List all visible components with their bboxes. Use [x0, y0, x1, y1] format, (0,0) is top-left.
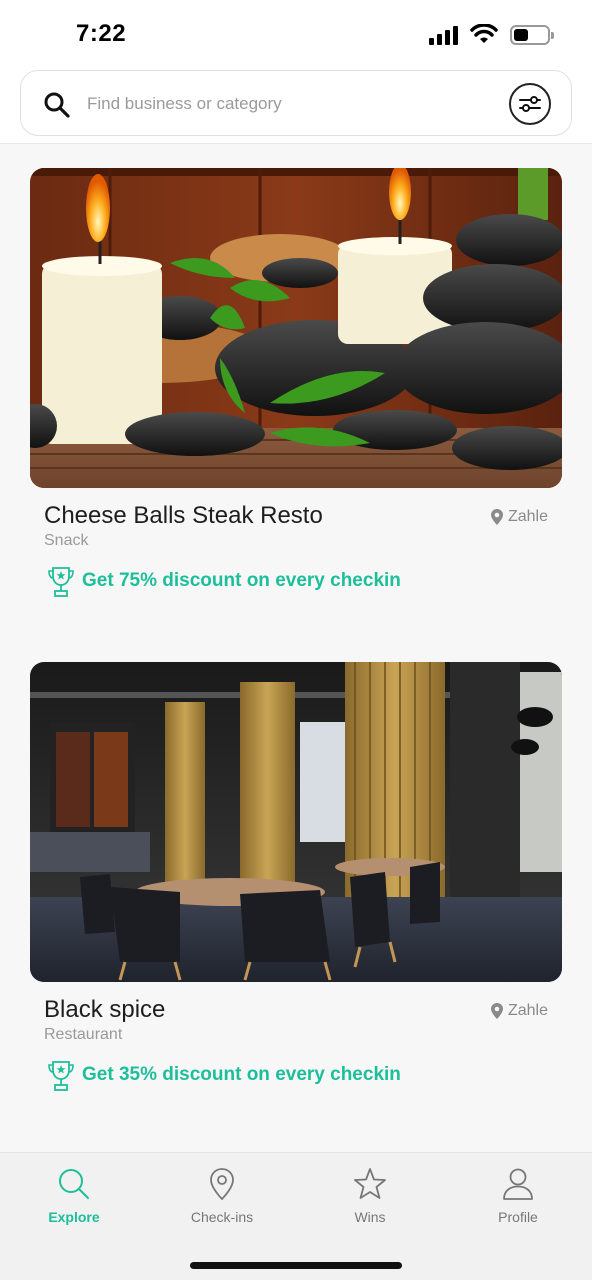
- nav-explore[interactable]: Explore: [19, 1167, 129, 1225]
- nav-wins[interactable]: Wins: [315, 1167, 425, 1225]
- nav-check-ins[interactable]: Check-ins: [167, 1167, 277, 1225]
- status-time: 7:22: [76, 20, 127, 47]
- location-pin-icon: [490, 1003, 503, 1019]
- search-icon: [44, 92, 70, 118]
- trophy-icon: [48, 1061, 74, 1091]
- search-icon: [59, 1169, 89, 1199]
- business-title[interactable]: Cheese Balls Steak Resto: [44, 502, 323, 530]
- offer-row: Get 35% discount on every checkin: [48, 1058, 401, 1092]
- nav-label: Profile: [498, 1209, 538, 1225]
- bottom-nav: Explore Check-ins Wins Profile: [0, 1152, 592, 1280]
- location-pin-icon: [210, 1168, 234, 1201]
- battery-level: [514, 29, 528, 41]
- nav-label: Wins: [354, 1209, 386, 1225]
- cellular-signal-icon: [429, 25, 458, 45]
- location-label: Zahle: [507, 1002, 548, 1019]
- offer-row: Get 75% discount on every checkin: [48, 564, 401, 598]
- business-location: Zahle: [490, 1002, 548, 1020]
- search-bar[interactable]: [20, 70, 572, 136]
- sliders-icon: [519, 96, 541, 112]
- restaurant-interior-image[interactable]: [30, 662, 562, 982]
- wifi-icon: [470, 24, 498, 43]
- nav-label: Explore: [48, 1209, 100, 1225]
- business-category: Restaurant: [44, 1026, 123, 1043]
- location-pin-icon: [490, 509, 503, 525]
- business-title[interactable]: Black spice: [44, 996, 165, 1024]
- status-icons: [429, 24, 554, 46]
- app-screen: 7:22 Find business or category Cheese Ba…: [0, 0, 592, 1280]
- spa-stones-candles-image[interactable]: [30, 168, 562, 488]
- trophy-icon: [48, 567, 74, 597]
- business-category: Snack: [44, 532, 89, 549]
- battery-icon: [510, 25, 554, 45]
- business-location: Zahle: [490, 508, 548, 526]
- business-card[interactable]: Cheese Balls Steak Resto Snack Zahle Get…: [30, 168, 562, 597]
- nav-profile[interactable]: Profile: [463, 1167, 573, 1225]
- business-card[interactable]: Black spice Restaurant Zahle Get 35% dis…: [30, 662, 562, 1091]
- status-bar: 7:22: [0, 0, 592, 64]
- search-input[interactable]: [87, 85, 487, 123]
- offer-text: Get 35% discount on every checkin: [82, 1064, 401, 1085]
- user-icon: [503, 1168, 533, 1200]
- nav-label: Check-ins: [190, 1209, 254, 1225]
- search-header: [0, 64, 592, 144]
- filter-button[interactable]: [509, 83, 551, 125]
- star-icon: [354, 1168, 386, 1199]
- location-label: Zahle: [507, 508, 548, 525]
- home-indicator: [190, 1262, 402, 1269]
- offer-text: Get 75% discount on every checkin: [82, 570, 401, 591]
